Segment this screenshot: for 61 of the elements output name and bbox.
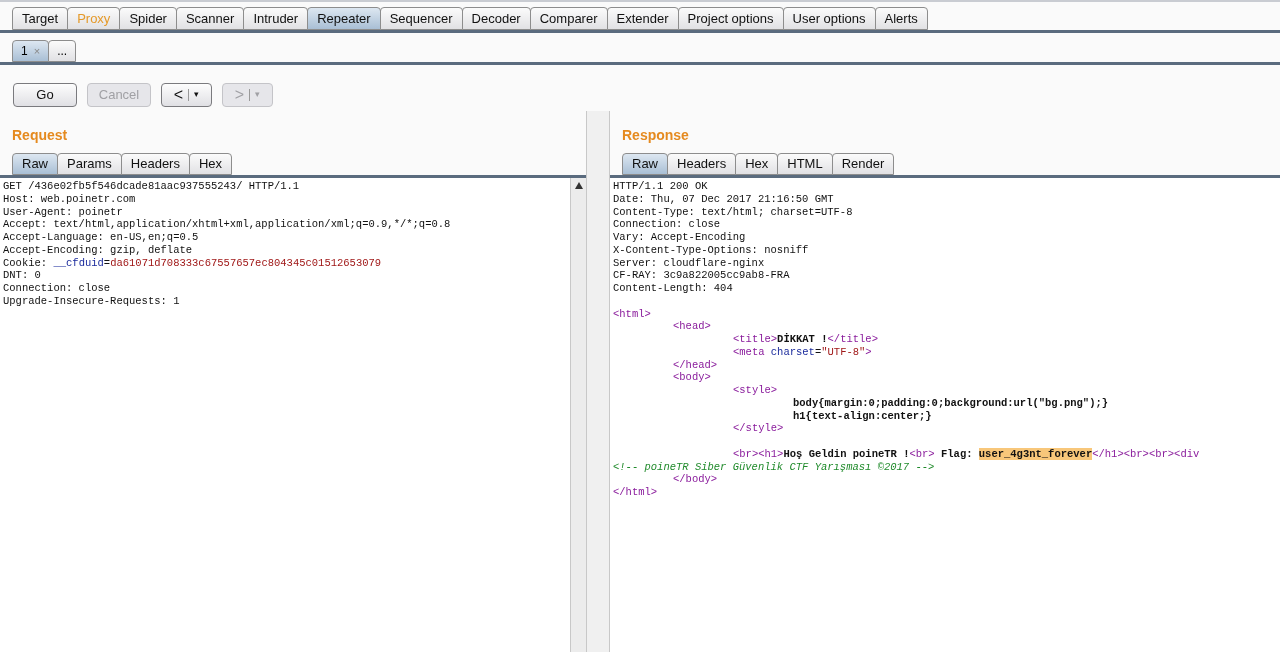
tab[interactable]: Render — [831, 153, 895, 175]
tab[interactable]: User options — [782, 7, 876, 30]
code-line: </style> — [732, 422, 785, 435]
code-line: CF-RAY: 3c9a822005cc9ab8-FRA — [613, 269, 791, 282]
scrollbar[interactable] — [570, 178, 586, 652]
tab[interactable]: Hex — [188, 153, 233, 175]
tab[interactable]: Alerts — [874, 7, 928, 30]
code-line: </body> — [672, 473, 719, 486]
tab[interactable]: Extender — [606, 7, 679, 30]
code-line: Accept-Encoding: gzip, deflate — [3, 243, 194, 257]
code-line: Vary: Accept-Encoding — [613, 231, 747, 244]
tab[interactable]: Comparer — [529, 7, 608, 30]
tab[interactable]: 1 × — [12, 40, 50, 62]
code-line: Connection: close — [613, 218, 722, 231]
tab[interactable]: Target — [12, 7, 69, 30]
code-line: GET /436e02fb5f546dcade81aac937555243/ HTTP/1.1 — [3, 180, 301, 193]
code-line: <head> — [672, 320, 712, 333]
code-line: h1{text-align:center;} — [792, 409, 933, 423]
code-line: Content-Type: text/html; charset=UTF-8 — [613, 205, 854, 219]
code-line: Date: Thu, 07 Dec 2017 21:16:50 GMT — [613, 192, 835, 206]
tab[interactable]: Hex — [735, 153, 779, 175]
code-line: <meta charset="UTF-8"> — [732, 345, 873, 359]
code-line: <!-- poineTR Siber Güvenlik CTF Yarışması ©2017 --> — [613, 460, 936, 474]
toolbar-button[interactable]: Go — [13, 83, 77, 107]
code-line: <title>DİKKAT !</title> — [732, 333, 879, 346]
tab[interactable]: Sequencer — [379, 7, 463, 30]
code-line: Upgrade-Insecure-Requests: 1 — [3, 294, 181, 308]
tab[interactable]: Params — [57, 153, 122, 175]
tab[interactable]: HTML — [777, 153, 833, 175]
code-line: body{margin:0;padding:0;background:url("bg.png");} — [792, 396, 1110, 410]
code-line: HTTP/1.1 200 OK — [613, 180, 709, 193]
code-line: User-Agent: poinetr — [3, 205, 124, 219]
code-line: Connection: close — [3, 282, 112, 295]
code-line: Accept-Language: en-US,en;q=0.5 — [3, 231, 200, 244]
code-line: <html> — [613, 307, 652, 321]
panel-title: Response — [622, 127, 689, 143]
tab[interactable]: Project options — [677, 7, 784, 30]
tab[interactable]: Headers — [120, 153, 190, 175]
code-line: Accept: text/html,application/xhtml+xml,application/xml;q=0.9,*/*;q=0.8 — [3, 218, 452, 231]
code-line: Host: web.poinetr.com — [3, 192, 137, 206]
code-line: X-Content-Type-Options: nosniff — [613, 243, 810, 257]
tab[interactable]: Headers — [667, 153, 737, 175]
code-line: DNT: 0 — [3, 269, 42, 282]
tab[interactable]: Raw — [622, 153, 668, 175]
panel-title: Request — [12, 127, 68, 143]
code-line: </head> — [672, 358, 719, 372]
scroll-up-icon[interactable] — [574, 182, 583, 189]
tab[interactable]: ... — [48, 40, 77, 62]
tab[interactable]: Spider — [119, 7, 177, 30]
tab[interactable]: Raw — [12, 153, 58, 175]
tab[interactable]: Decoder — [461, 7, 531, 30]
tab[interactable]: Scanner — [175, 7, 245, 30]
code-line: Cookie: __cfduid=da61071d708333c67557657ec804345c01512653079 — [3, 256, 383, 270]
tab[interactable]: Repeater — [307, 7, 381, 30]
code-line: Server: cloudflare-nginx — [613, 256, 766, 270]
code-line: <style> — [732, 384, 779, 397]
toolbar-button[interactable]: < ▾ — [161, 83, 212, 107]
tab[interactable]: Intruder — [243, 7, 309, 30]
code-line: </html> — [613, 486, 659, 499]
code-line: Content-Length: 404 — [613, 282, 734, 295]
code-line: <body> — [672, 371, 712, 384]
